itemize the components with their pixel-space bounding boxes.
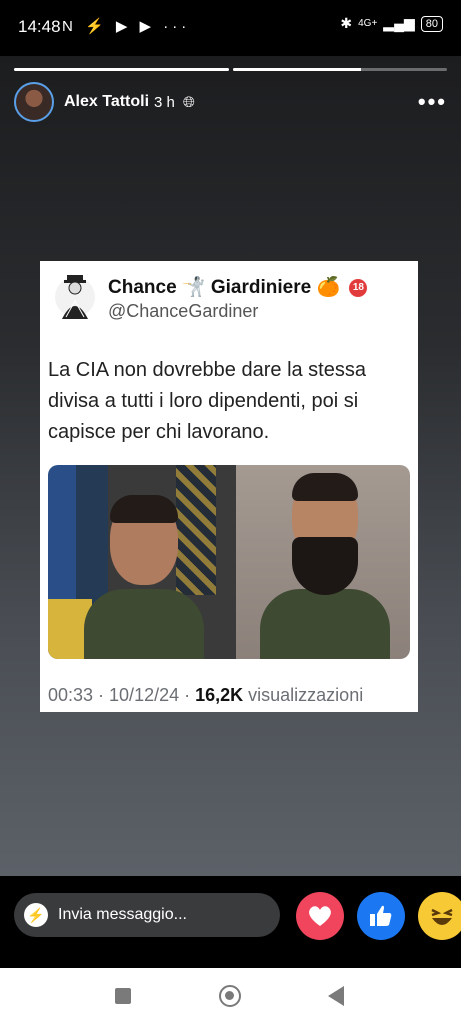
tweet-display-name-text: Chance 🤺 Giardiniere 🍊 [108,277,341,298]
story-author[interactable]: Alex Tattoli [64,93,149,111]
globe-icon: 🌐︎ [182,93,195,111]
tweet-view-count: 16,2K [195,685,244,705]
thumbs-up-icon [370,905,392,926]
avatar[interactable] [14,82,54,122]
recents-button[interactable] [115,988,131,1004]
love-reaction[interactable] [296,892,344,940]
status-bar: 14:48 N ⚡ ▶ ▶ ··· ✱ 4G+ ▂▄▆ 80 [0,0,461,56]
network-indicator: 4G+ [358,18,378,29]
system-indicators: ✱ 4G+ ▂▄▆ 80 [340,15,443,32]
story-viewer[interactable]: Alex Tattoli 3 h 🌐︎ ••• Chance 🤺 Giardin… [0,56,461,876]
haha-reaction[interactable] [418,892,461,940]
back-button[interactable] [328,986,344,1006]
tweet-timestamp: 00:33 · 10/12/24 · [48,685,196,705]
notification-icons: N ⚡ ▶ ▶ ··· [62,18,191,35]
battery-icon: 80 [420,15,443,32]
laughing-face-icon [431,908,453,925]
tweet-text: La CIA non dovrebbe dare la stessa divis… [48,359,366,443]
tweet-header: Chance 🤺 Giardiniere 🍊 18 @ChanceGardine… [54,271,408,331]
system-nav-bar [0,968,461,1024]
story-progress-segment [232,68,447,71]
tweet-avatar [55,275,95,319]
story-header: Alex Tattoli 3 h 🌐︎ ••• [14,82,447,122]
tweet-photo-right [236,465,410,659]
story-progress-segment [14,68,229,71]
tweet-photo-left [48,465,236,659]
tweet-display-name: Chance 🤺 Giardiniere 🍊 18 [108,275,368,299]
signal-icon: ▂▄▆ [383,15,415,31]
more-icon[interactable]: ••• [418,89,447,115]
reply-bar: ⚡ Invia messaggio... [0,876,461,968]
like-reaction[interactable] [357,892,405,940]
heart-icon [309,906,331,926]
messenger-icon: ⚡ [24,903,48,927]
tweet-card: Chance 🤺 Giardiniere 🍊 18 @ChanceGardine… [40,261,418,712]
bluetooth-icon: ✱ [340,15,353,31]
message-placeholder: Invia messaggio... [58,906,187,923]
tweet-views-label: visualizzazioni [243,685,364,705]
clock: 14:48 [18,17,61,36]
story-progress [14,68,447,71]
story-time: 3 h [154,93,175,111]
home-button[interactable] [219,985,241,1007]
adult-badge-icon: 18 [349,278,368,297]
tweet-meta: 00:33 · 10/12/24 · 16,2K visualizzazioni [48,685,363,706]
tweet-handle: @ChanceGardiner [108,301,259,321]
tweet-media [48,465,410,659]
message-input[interactable]: ⚡ Invia messaggio... [14,893,280,937]
